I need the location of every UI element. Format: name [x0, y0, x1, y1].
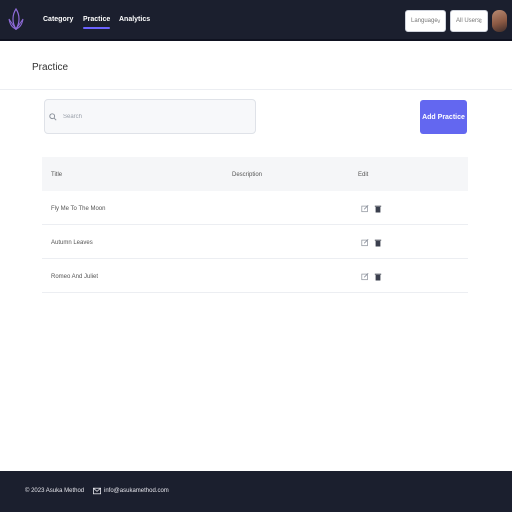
footer: © 2023 Asuka Method info@asukamethod.com	[0, 471, 512, 512]
column-header-description: Description	[232, 172, 263, 178]
language-select[interactable]: Language ∨	[405, 10, 446, 32]
page-title: Practice	[32, 62, 69, 73]
chevron-down-icon: ∨	[436, 18, 441, 25]
column-header-edit: Edit	[358, 172, 369, 178]
add-practice-button[interactable]: Add Practice	[420, 100, 467, 134]
search-icon	[49, 112, 57, 121]
language-select-value: Language	[411, 18, 438, 24]
footer-email-link[interactable]: info@asukamethod.com	[104, 488, 169, 494]
edit-icon[interactable]	[361, 238, 369, 247]
trash-icon[interactable]	[374, 204, 382, 213]
table-row: Romeo And Juliet	[42, 259, 468, 293]
users-select-value: All Users	[456, 18, 481, 24]
trash-icon[interactable]	[374, 272, 382, 281]
edit-icon[interactable]	[361, 272, 369, 281]
row-title: Autumn Leaves	[51, 240, 93, 246]
users-select[interactable]: All Users ⇕	[450, 10, 488, 32]
page-header	[0, 43, 512, 90]
footer-copyright: © 2023 Asuka Method	[25, 488, 85, 494]
nav-practice[interactable]: Practice	[83, 16, 111, 29]
row-title: Romeo And Juliet	[51, 274, 99, 280]
table-header: Title Description Edit	[42, 157, 468, 191]
table-row: Autumn Leaves	[42, 225, 468, 259]
avatar[interactable]	[492, 10, 507, 32]
lotus-logo-icon[interactable]	[6, 5, 26, 35]
search-input[interactable]	[63, 113, 253, 120]
nav-analytics[interactable]: Analytics	[119, 16, 150, 23]
search-box[interactable]	[44, 99, 256, 134]
column-header-title: Title	[51, 172, 63, 178]
sort-arrows-icon: ⇕	[477, 18, 483, 25]
trash-icon[interactable]	[374, 238, 382, 247]
row-title: Fly Me To The Moon	[51, 206, 106, 212]
nav-category[interactable]: Category	[43, 16, 73, 23]
mail-icon	[93, 487, 101, 495]
edit-icon[interactable]	[361, 204, 369, 213]
table-row: Fly Me To The Moon	[42, 191, 468, 225]
top-navbar: Category Practice Analytics Language ∨ A…	[0, 0, 512, 41]
